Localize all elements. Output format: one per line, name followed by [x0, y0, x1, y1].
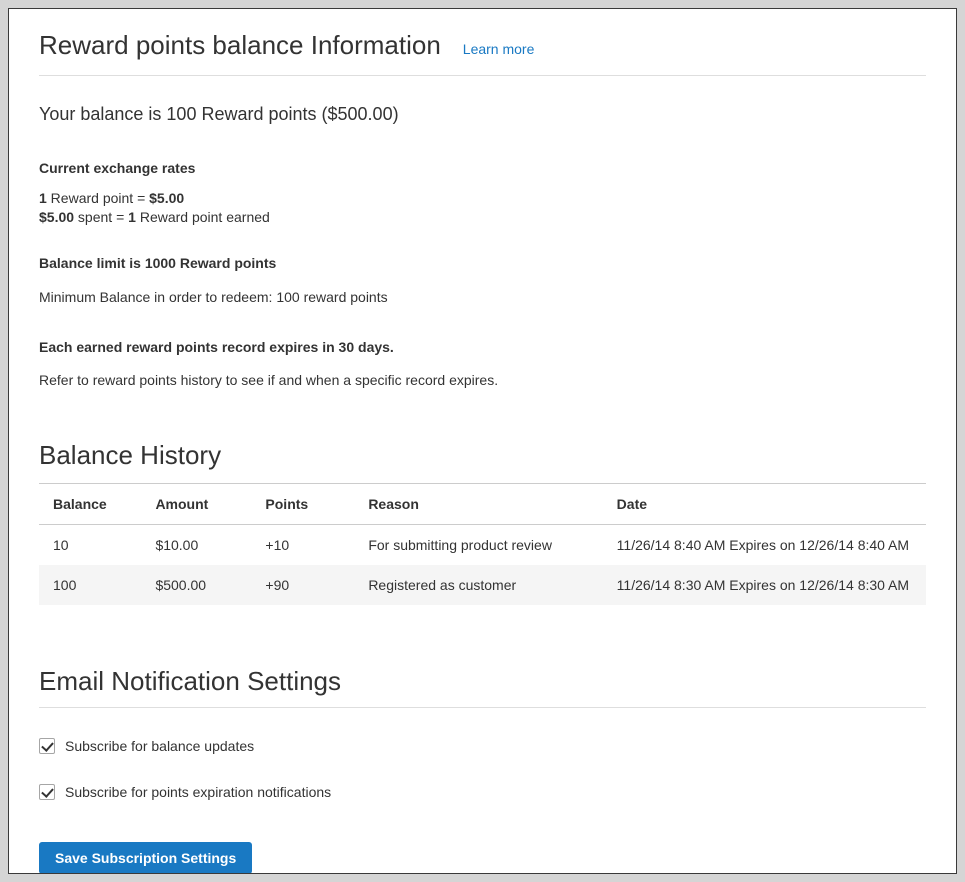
cell-reason: For submitting product review: [358, 524, 606, 565]
cell-points: +10: [255, 524, 358, 565]
balance-limit-heading: Balance limit is 1000 Reward points: [39, 254, 926, 274]
rate-earn-mid: Reward point =: [47, 190, 149, 206]
page-title: Reward points balance Information: [39, 31, 441, 60]
balance-history-section: Balance History Balance Amount Points Re…: [39, 441, 926, 605]
points-expiration-checkbox[interactable]: [39, 784, 55, 800]
rate-earn-value: $5.00: [149, 190, 184, 206]
column-header-balance: Balance: [39, 483, 145, 524]
balance-updates-checkbox[interactable]: [39, 738, 55, 754]
balance-updates-label: Subscribe for balance updates: [65, 738, 254, 754]
save-subscription-button[interactable]: Save Subscription Settings: [39, 842, 252, 874]
rate-spend-line: $5.00 spent = 1 Reward point earned: [39, 208, 926, 227]
exchange-rate-lines: 1 Reward point = $5.00 $5.00 spent = 1 R…: [39, 189, 926, 227]
expiry-note: Refer to reward points history to see if…: [39, 371, 926, 391]
table-row: 100 $500.00 +90 Registered as customer 1…: [39, 565, 926, 605]
expiry-heading: Each earned reward points record expires…: [39, 338, 926, 358]
rate-spend-tail: Reward point earned: [136, 209, 270, 225]
cell-amount: $10.00: [145, 524, 255, 565]
rate-earn-points: 1: [39, 190, 47, 206]
rate-spend-value: $5.00: [39, 209, 74, 225]
exchange-rates-heading: Current exchange rates: [39, 159, 926, 179]
points-expiration-label: Subscribe for points expiration notifica…: [65, 784, 331, 800]
panel-header: Reward points balance Information Learn …: [39, 9, 926, 76]
rate-spend-points: 1: [128, 209, 136, 225]
learn-more-link[interactable]: Learn more: [463, 41, 535, 57]
expiry-group: Each earned reward points record expires…: [39, 338, 926, 391]
balance-summary: Your balance is 100 Reward points ($500.…: [39, 103, 926, 126]
cell-date: 11/26/14 8:30 AM Expires on 12/26/14 8:3…: [607, 565, 926, 605]
email-notification-title: Email Notification Settings: [39, 667, 926, 697]
minimum-balance-text: Minimum Balance in order to redeem: 100 …: [39, 288, 926, 308]
cell-reason: Registered as customer: [358, 565, 606, 605]
exchange-rates-group: Current exchange rates 1 Reward point = …: [39, 159, 926, 226]
cell-balance: 10: [39, 524, 145, 565]
cell-amount: $500.00: [145, 565, 255, 605]
rate-earn-line: 1 Reward point = $5.00: [39, 189, 926, 208]
reward-points-panel: Reward points balance Information Learn …: [8, 8, 957, 874]
balance-history-table: Balance Amount Points Reason Date 10 $10…: [39, 483, 926, 605]
table-body: 10 $10.00 +10 For submitting product rev…: [39, 524, 926, 605]
points-expiration-option: Subscribe for points expiration notifica…: [39, 784, 926, 800]
balance-history-title: Balance History: [39, 441, 926, 471]
column-header-amount: Amount: [145, 483, 255, 524]
cell-balance: 100: [39, 565, 145, 605]
balance-limit-group: Balance limit is 1000 Reward points Mini…: [39, 254, 926, 307]
cell-points: +90: [255, 565, 358, 605]
cell-date: 11/26/14 8:40 AM Expires on 12/26/14 8:4…: [607, 524, 926, 565]
column-header-points: Points: [255, 483, 358, 524]
email-section-header: Email Notification Settings: [39, 667, 926, 708]
rate-spend-mid: spent =: [74, 209, 128, 225]
column-header-date: Date: [607, 483, 926, 524]
column-header-reason: Reason: [358, 483, 606, 524]
table-header: Balance Amount Points Reason Date: [39, 483, 926, 524]
table-row: 10 $10.00 +10 For submitting product rev…: [39, 524, 926, 565]
email-notification-section: Email Notification Settings Subscribe fo…: [39, 667, 926, 874]
table-header-row: Balance Amount Points Reason Date: [39, 483, 926, 524]
balance-updates-option: Subscribe for balance updates: [39, 738, 926, 754]
